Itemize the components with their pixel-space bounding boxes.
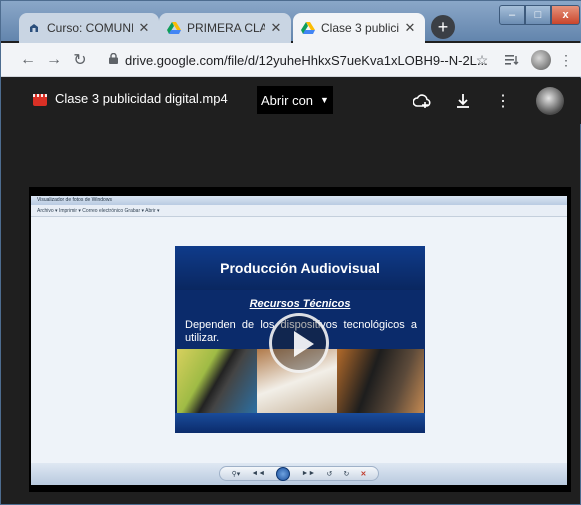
- next-control: ►►: [301, 470, 316, 477]
- camera-photo: [177, 349, 257, 413]
- slideshow-button: [276, 466, 291, 481]
- tab-strip: Curso: COMUNIC ✕ PRIMERA CLASE F ✕ Clase…: [1, 1, 581, 43]
- close-window-button[interactable]: x: [551, 5, 580, 25]
- more-vert-icon[interactable]: ⋮: [492, 90, 514, 112]
- account-avatar[interactable]: [536, 87, 564, 115]
- rotate-left-control: ↺: [326, 470, 333, 478]
- menu-dots-icon[interactable]: ⋮: [559, 50, 573, 70]
- slide-footer: [175, 413, 425, 433]
- tab-primera-clase[interactable]: PRIMERA CLASE F ✕: [159, 13, 291, 43]
- open-with-label: Abrir con: [261, 92, 314, 108]
- slide-subtitle: Recursos Técnicos: [249, 298, 351, 310]
- zoom-control: ⚲▾: [231, 470, 241, 478]
- browser-toolbar: ← → ↻ drive.google.com/file/d/12yuheHhkx…: [1, 43, 581, 77]
- previous-control: ◄◄: [251, 470, 266, 477]
- slide-title: Producción Audiovisual: [175, 246, 425, 290]
- rotate-right-control: ↻: [343, 470, 350, 478]
- delete-control: ✕: [360, 470, 367, 478]
- caret-down-icon: ▼: [320, 95, 329, 105]
- video-file-icon: [33, 94, 47, 106]
- drive-icon: [301, 21, 315, 35]
- broadcast-camera-photo: [337, 349, 424, 413]
- viewer-controls: ⚲▾ ◄◄ ►► ↺ ↻ ✕: [219, 466, 379, 481]
- tab-label: Curso: COMUNIC: [47, 21, 133, 35]
- inner-window-title: Visualizador de fotos de Windows: [31, 196, 567, 205]
- lock-icon: [109, 52, 125, 67]
- tab-label: PRIMERA CLASE F: [187, 21, 265, 35]
- reading-list-icon[interactable]: [503, 50, 521, 70]
- star-icon[interactable]: ☆: [473, 50, 491, 70]
- download-icon[interactable]: [452, 90, 474, 112]
- forward-icon[interactable]: →: [41, 51, 67, 69]
- url-text: drive.google.com/file/d/12yuheHhkxS7ueKv…: [125, 52, 488, 68]
- minimize-button[interactable]: –: [499, 5, 525, 25]
- back-icon[interactable]: ←: [15, 51, 41, 69]
- reload-icon[interactable]: ↻: [67, 50, 93, 70]
- tab-curso[interactable]: Curso: COMUNIC ✕: [19, 13, 159, 43]
- profile-avatar[interactable]: [531, 50, 551, 70]
- add-to-drive-icon[interactable]: [411, 90, 433, 112]
- new-tab-button[interactable]: +: [431, 15, 455, 39]
- close-icon[interactable]: ✕: [403, 20, 417, 36]
- tab-clase-3[interactable]: Clase 3 publicidad ✕: [293, 13, 425, 43]
- inner-menu-bar: Archivo ▾ Imprimir ▾ Correo electrónico …: [31, 205, 567, 217]
- drive-viewer-header: Clase 3 publicidad digital.mp4 Abrir con…: [1, 78, 581, 124]
- open-with-button[interactable]: Abrir con ▼: [257, 86, 333, 114]
- file-title: Clase 3 publicidad digital.mp4: [55, 91, 228, 106]
- play-button[interactable]: [269, 313, 329, 373]
- address-bar[interactable]: drive.google.com/file/d/12yuheHhkxS7ueKv…: [109, 49, 497, 71]
- browser-window: Curso: COMUNIC ✕ PRIMERA CLASE F ✕ Clase…: [0, 0, 581, 505]
- close-icon[interactable]: ✕: [137, 20, 151, 36]
- close-icon[interactable]: ✕: [269, 20, 283, 36]
- maximize-button[interactable]: □: [525, 5, 551, 25]
- drive-icon: [167, 21, 181, 35]
- moodle-icon: [27, 21, 41, 35]
- tab-label: Clase 3 publicidad: [321, 21, 399, 35]
